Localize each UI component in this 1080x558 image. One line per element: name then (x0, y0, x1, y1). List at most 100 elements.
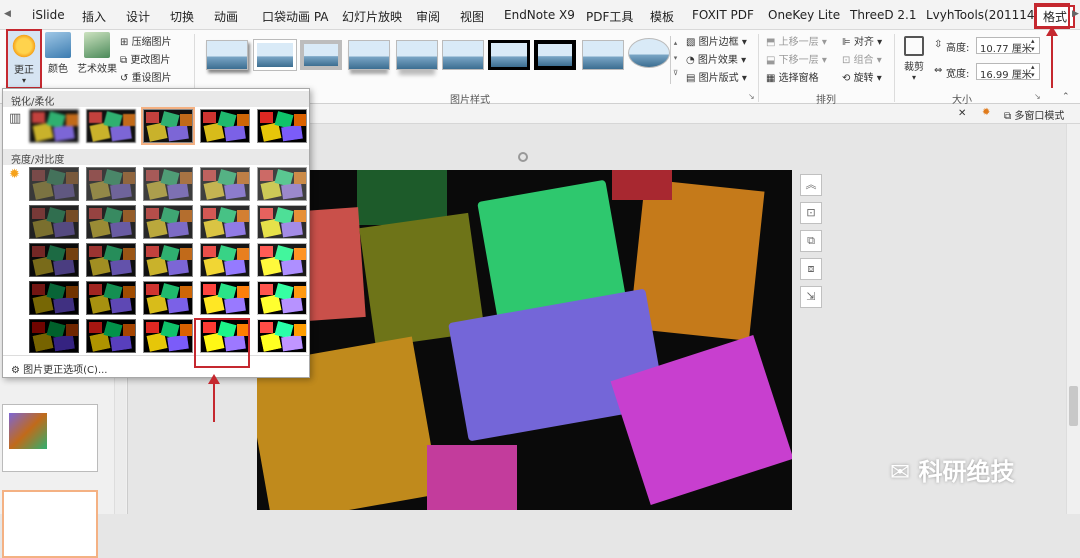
tab-scroll-left-icon[interactable]: ◀ (4, 9, 11, 19)
tab-slideshow[interactable]: 幻灯片放映 (342, 8, 402, 25)
send-backward-button[interactable]: ⬓ 下移一层 ▾ (766, 51, 827, 66)
style-thumb[interactable] (253, 39, 297, 71)
crop-tool-icon[interactable]: ⧈ (800, 258, 822, 280)
tab-animations[interactable]: 动画 (214, 8, 238, 25)
color-button[interactable]: 颜色 (44, 30, 72, 75)
style-thumb[interactable] (582, 40, 624, 70)
style-thumb[interactable] (300, 40, 342, 70)
correction-preset-cell[interactable] (86, 109, 136, 143)
correction-preset-cell[interactable] (29, 167, 79, 201)
separator (758, 34, 759, 102)
slide-thumbnail[interactable] (2, 490, 98, 558)
correction-preset-cell[interactable] (143, 243, 193, 277)
style-thumb[interactable] (534, 40, 576, 70)
width-spinner[interactable]: ▴ ▾ (1031, 63, 1035, 79)
selected-picture[interactable] (257, 170, 792, 510)
cube-swatch (89, 208, 102, 219)
cube-swatch (53, 258, 75, 276)
size-dialog-launcher-icon[interactable]: ↘ (1034, 92, 1041, 101)
tab-view[interactable]: 视图 (460, 8, 484, 25)
slide-thumbnail[interactable] (2, 404, 98, 472)
correction-preset-cell[interactable] (141, 107, 195, 145)
tab-review[interactable]: 审阅 (416, 8, 440, 25)
tab-onekey-lite[interactable]: OneKey Lite (768, 8, 840, 22)
correction-preset-cell[interactable] (257, 319, 307, 353)
gallery-scroll[interactable]: ▴ ▾ ⊽ (670, 36, 680, 84)
picture-layout-button[interactable]: ▤ 图片版式 ▾ (686, 69, 747, 84)
correction-preset-cell[interactable] (86, 205, 136, 239)
picture-corrections-options[interactable]: ⚙ 图片更正选项(C)... (11, 361, 107, 376)
tab-threed[interactable]: ThreeD 2.1 (850, 8, 917, 22)
pin-icon[interactable]: ✕ (958, 108, 966, 119)
picture-effects-button[interactable]: ◔ 图片效果 ▾ (686, 51, 746, 66)
style-thumb[interactable] (348, 40, 390, 70)
change-picture-button[interactable]: ⧉ 更改图片 (120, 51, 170, 66)
correction-preset-cell[interactable] (257, 205, 307, 239)
vertical-scrollbar[interactable] (1066, 124, 1080, 514)
correction-preset-cell[interactable] (200, 281, 250, 315)
corrections-button[interactable]: 更正 ▾ (6, 29, 42, 89)
copy-icon[interactable]: ⧉ (800, 230, 822, 252)
artistic-effects-button[interactable]: 艺术效果 (75, 30, 119, 75)
gear-icon[interactable]: ✹ (982, 107, 990, 118)
correction-preset-cell[interactable] (257, 167, 307, 201)
selection-pane-button[interactable]: ▦ 选择窗格 (766, 69, 819, 84)
rotate-handle-icon[interactable] (518, 152, 528, 162)
correction-preset-cell[interactable] (86, 243, 136, 277)
correction-preset-cell[interactable] (143, 319, 193, 353)
tab-scroll-right-icon[interactable]: ▶ (1072, 9, 1079, 19)
collapse-ribbon-icon[interactable]: ⌃ (1062, 92, 1070, 102)
resize-icon[interactable]: ⇲ (800, 286, 822, 308)
tab-islide[interactable]: iSlide (32, 8, 65, 22)
group-button[interactable]: ⊡ 组合 ▾ (842, 51, 882, 66)
style-thumb[interactable] (628, 38, 670, 68)
reset-picture-button[interactable]: ↺ 重设图片 (120, 69, 172, 84)
correction-preset-cell[interactable] (86, 319, 136, 353)
correction-preset-cell[interactable] (143, 281, 193, 315)
tab-insert[interactable]: 插入 (82, 8, 106, 25)
crop-button[interactable]: 裁剪 ▾ (900, 30, 928, 82)
correction-preset-cell[interactable] (29, 281, 79, 315)
correction-preset-cell[interactable] (29, 205, 79, 239)
bring-forward-button[interactable]: ⬒ 上移一层 ▾ (766, 33, 827, 48)
correction-preset-cell[interactable] (143, 205, 193, 239)
correction-preset-cell[interactable] (86, 281, 136, 315)
correction-preset-cell[interactable] (200, 109, 250, 143)
dialog-launcher-icon[interactable]: ↘ (748, 92, 755, 101)
correction-preset-cell[interactable] (29, 109, 79, 143)
tab-lvyhtools[interactable]: LvyhTools(201114) (926, 8, 1039, 22)
correction-preset-cell[interactable] (200, 167, 250, 201)
height-spinner[interactable]: ▴ ▾ (1031, 37, 1035, 53)
align-button[interactable]: ⊫ 对齐 ▾ (842, 33, 882, 48)
rotate-button[interactable]: ⟲ 旋转 ▾ (842, 69, 882, 84)
collapse-icon[interactable]: ︽ (800, 174, 822, 196)
style-thumb[interactable] (442, 40, 484, 70)
style-thumb[interactable] (206, 40, 248, 70)
sharpen-soften-header: 锐化/柔化 (3, 91, 309, 108)
tab-transitions[interactable]: 切换 (170, 8, 194, 25)
tab-pocket-animation[interactable]: 口袋动画 PA (262, 8, 329, 25)
cube-swatch (167, 182, 189, 200)
tab-design[interactable]: 设计 (126, 8, 150, 25)
correction-preset-cell[interactable] (200, 243, 250, 277)
correction-preset-cell[interactable] (29, 243, 79, 277)
correction-preset-cell[interactable] (86, 167, 136, 201)
tab-pdf-tools[interactable]: PDF工具 (586, 8, 633, 25)
correction-preset-cell[interactable] (200, 205, 250, 239)
correction-preset-cell[interactable] (29, 319, 79, 353)
scrollbar-thumb[interactable] (1069, 386, 1078, 426)
correction-preset-cell[interactable] (257, 243, 307, 277)
tab-foxit-pdf[interactable]: FOXIT PDF (692, 8, 754, 22)
picture-border-button[interactable]: ▧ 图片边框 ▾ (686, 33, 747, 48)
multiwindow-button[interactable]: ⧉ 多窗口模式 (1004, 107, 1064, 122)
correction-preset-cell[interactable] (143, 167, 193, 201)
correction-preset-cell[interactable] (257, 109, 307, 143)
compress-pictures-button[interactable]: ⊞ 压缩图片 (120, 33, 172, 48)
correction-preset-cell[interactable] (257, 281, 307, 315)
style-thumb[interactable] (396, 40, 438, 70)
corrections-label: 更正 (14, 65, 34, 76)
tab-endnote[interactable]: EndNote X9 (504, 8, 575, 22)
tab-templates[interactable]: 模板 (650, 8, 674, 25)
style-thumb[interactable] (488, 40, 530, 70)
layout-options-icon[interactable]: ⊡ (800, 202, 822, 224)
